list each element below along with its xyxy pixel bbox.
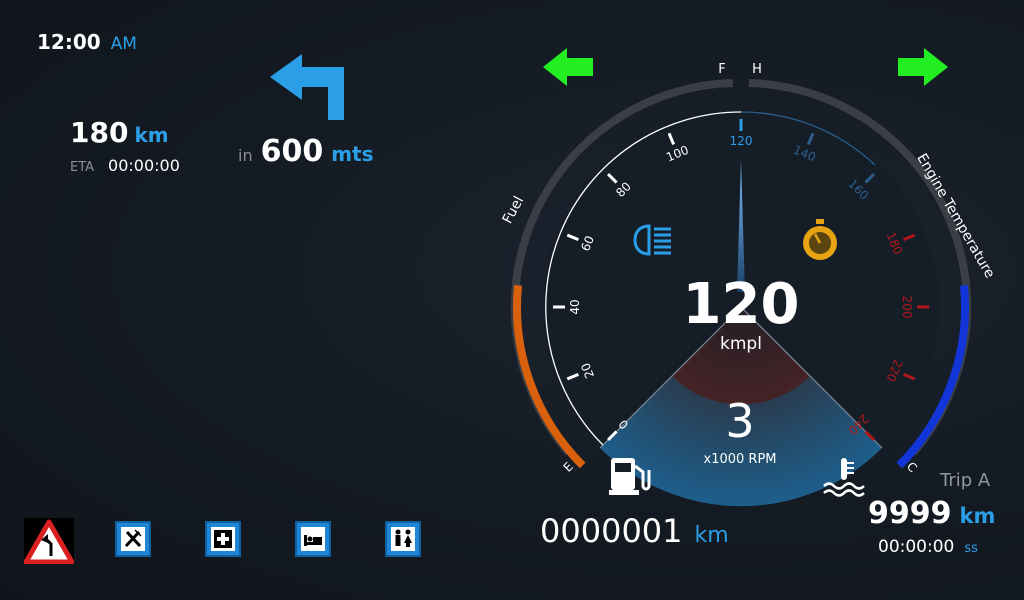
- speed-tick-label-40: 40: [568, 299, 582, 314]
- speed-tick-label-120: 120: [730, 134, 753, 148]
- first-aid-glyph: [211, 527, 235, 551]
- curve-warning-sign-icon[interactable]: [24, 518, 74, 564]
- odometer-unit: km: [694, 523, 729, 548]
- odometer: 0000001 km: [540, 512, 729, 550]
- fork-knife-glyph: [121, 527, 145, 551]
- rpm-readout: 3: [725, 394, 755, 448]
- trip-a-time: 00:00:00 ss: [878, 537, 978, 557]
- speed-readout: 120: [682, 272, 800, 337]
- restroom-icon[interactable]: [385, 521, 421, 557]
- restroom-glyph: [391, 527, 415, 551]
- trip-a-distance-unit: km: [959, 504, 996, 528]
- fuel-full-label: F: [718, 62, 725, 77]
- speed-tick-label-200: 200: [900, 296, 914, 319]
- trip-a-distance: 9999 km: [868, 496, 995, 531]
- restaurant-icon[interactable]: [115, 521, 151, 557]
- odometer-value: 0000001: [540, 512, 683, 550]
- rpm-unit: x1000 RPM: [703, 452, 777, 467]
- fuel-empty-label: E: [561, 460, 576, 475]
- speed-unit: kmpl: [720, 334, 762, 354]
- hotel-icon[interactable]: [295, 521, 331, 557]
- fuel-label: Fuel: [500, 194, 528, 227]
- trip-a-label: Trip A: [940, 470, 991, 491]
- bed-glyph: [301, 527, 325, 551]
- hospital-icon[interactable]: [205, 521, 241, 557]
- trip-a-time-value: 00:00:00: [878, 537, 955, 557]
- trip-a-time-unit: ss: [964, 541, 978, 556]
- temp-hot-label: H: [752, 62, 762, 77]
- trip-a-distance-value: 9999: [868, 496, 952, 531]
